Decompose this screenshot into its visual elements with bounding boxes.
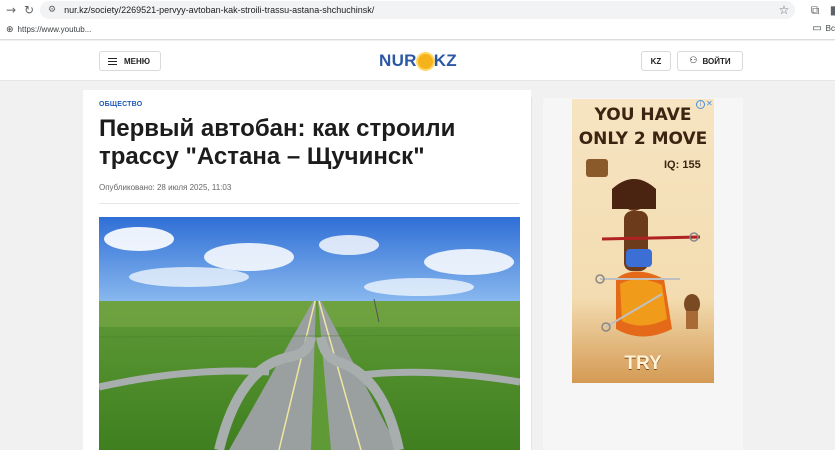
bookmark-folder[interactable]: ▭ Вс xyxy=(812,23,835,34)
back-icon[interactable]: → xyxy=(2,1,20,19)
sun-icon xyxy=(417,53,433,69)
folder-icon: ▭ xyxy=(812,23,822,34)
site-settings-icon[interactable]: ⚙ xyxy=(48,5,56,15)
menu-button[interactable]: МЕНЮ xyxy=(99,51,161,71)
article-title: Первый автобан: как строили трассу "Аста… xyxy=(99,115,456,170)
article-hero-image xyxy=(99,217,520,450)
bookmarks-bar: ⊕ https://www.youtub... ▭ Вс xyxy=(0,20,835,40)
reload-icon[interactable]: ↻ xyxy=(20,1,38,19)
ad-cta[interactable]: TRY xyxy=(572,353,714,375)
site-logo[interactable]: NUR KZ xyxy=(379,50,457,72)
browser-toolbar: → ↻ ⚙ nur.kz/society/2269521-pervyy-avto… xyxy=(0,0,835,20)
extensions-icon[interactable]: ⧉ xyxy=(806,1,824,19)
globe-icon: ⊕ xyxy=(6,24,14,35)
menu-icon xyxy=(108,57,117,65)
login-button[interactable]: ⚇ ВОЙТИ xyxy=(677,51,743,71)
ad-info-icon[interactable]: i xyxy=(696,100,705,109)
publish-date: Опубликовано: 28 июля 2025, 11:03 xyxy=(99,183,232,192)
divider xyxy=(99,203,519,204)
ad-close-icon[interactable]: ✕ xyxy=(706,99,716,109)
url-text: nur.kz/society/2269521-pervyy-avtoban-ka… xyxy=(64,5,375,15)
column-divider xyxy=(531,97,532,450)
user-icon: ⚇ xyxy=(689,56,698,66)
language-button[interactable]: KZ xyxy=(641,51,671,71)
bookmark-youtube[interactable]: ⊕ https://www.youtub... xyxy=(6,25,91,35)
profile-icon[interactable]: ▮ xyxy=(824,1,835,19)
ad-illustration xyxy=(586,159,701,337)
site-header: МЕНЮ NUR KZ KZ ⚇ ВОЙТИ xyxy=(0,41,835,81)
highway-photo xyxy=(99,217,520,450)
article-category[interactable]: ОБЩЕСТВО xyxy=(99,101,142,108)
star-icon[interactable]: ☆ xyxy=(775,1,793,19)
ad-banner[interactable]: YOU HAVE ONLY 2 MOVE IQ: 155 TRY xyxy=(572,99,714,383)
address-bar[interactable]: ⚙ nur.kz/society/2269521-pervyy-avtoban-… xyxy=(40,1,795,19)
